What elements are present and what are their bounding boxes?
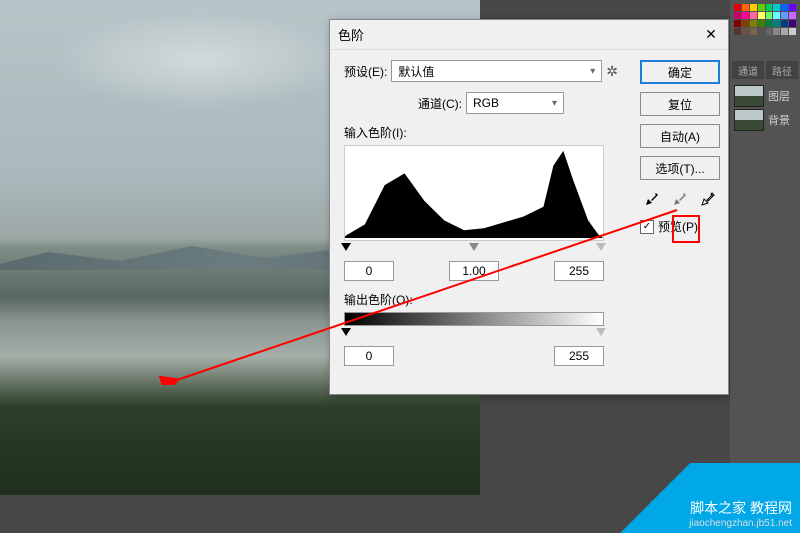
swatch[interactable]	[766, 4, 773, 11]
chevron-down-icon: ▾	[590, 66, 601, 77]
swatch[interactable]	[789, 12, 796, 19]
swatch[interactable]	[758, 12, 765, 19]
dialog-titlebar: 色阶 ✕	[330, 20, 728, 50]
swatch[interactable]	[758, 4, 765, 11]
swatch[interactable]	[766, 20, 773, 27]
output-white-field[interactable]	[554, 346, 604, 366]
swatch[interactable]	[773, 28, 780, 35]
channel-select[interactable]: RGB ▾	[466, 92, 564, 114]
swatch[interactable]	[773, 20, 780, 27]
output-levels-label: 输出色阶(O):	[344, 291, 618, 308]
swatch[interactable]	[773, 4, 780, 11]
photo-sky	[50, 10, 350, 110]
layer-thumbnail	[734, 109, 764, 131]
layer-thumbnail	[734, 85, 764, 107]
preset-label: 预设(E):	[344, 63, 387, 80]
swatch[interactable]	[734, 20, 741, 27]
input-black-field[interactable]	[344, 261, 394, 281]
output-slider-track	[344, 330, 604, 340]
swatch[interactable]	[789, 28, 796, 35]
output-black-field[interactable]	[344, 346, 394, 366]
swatch[interactable]	[781, 20, 788, 27]
swatch[interactable]	[750, 4, 757, 11]
layer-name: 背景	[768, 112, 790, 128]
watermark: 脚本之家 教程网 jiaochengzhan.jb51.net	[570, 463, 800, 533]
swatch[interactable]	[781, 12, 788, 19]
preset-select[interactable]: 默认值 ▾	[391, 60, 602, 82]
ok-button[interactable]: 确定	[640, 60, 720, 84]
layer-item[interactable]: 背景	[734, 109, 796, 131]
swatches-panel	[730, 0, 800, 39]
input-gamma-field[interactable]	[449, 261, 499, 281]
swatch[interactable]	[750, 12, 757, 19]
gear-icon[interactable]: ✲	[606, 63, 618, 80]
close-icon[interactable]: ✕	[702, 26, 720, 44]
tab-paths[interactable]: 路径	[766, 61, 798, 79]
watermark-text: 脚本之家 教程网	[689, 498, 792, 518]
swatch[interactable]	[781, 28, 788, 35]
gray-eyedropper-icon[interactable]	[671, 190, 689, 208]
white-eyedropper-icon[interactable]	[699, 190, 717, 208]
preview-checkbox[interactable]: ✓	[640, 220, 654, 234]
swatch[interactable]	[742, 12, 749, 19]
input-slider-track	[344, 245, 604, 255]
chevron-down-icon: ▾	[552, 98, 563, 109]
gamma-slider[interactable]	[469, 243, 479, 251]
input-white-field[interactable]	[554, 261, 604, 281]
auto-button[interactable]: 自动(A)	[640, 124, 720, 148]
layer-name: 图层	[768, 88, 790, 104]
histogram	[344, 145, 604, 241]
swatch[interactable]	[734, 28, 741, 35]
black-point-slider[interactable]	[341, 243, 351, 251]
cancel-button[interactable]: 复位	[640, 92, 720, 116]
swatch[interactable]	[781, 4, 788, 11]
swatch[interactable]	[766, 28, 773, 35]
output-gradient	[344, 312, 604, 326]
watermark-url: jiaochengzhan.jb51.net	[689, 518, 792, 529]
swatch[interactable]	[758, 28, 765, 35]
tab-channels[interactable]: 通道	[732, 61, 764, 79]
levels-dialog: 色阶 ✕ 预设(E): 默认值 ▾ ✲ 通道(C): RGB ▾	[329, 19, 729, 395]
channel-label: 通道(C):	[418, 95, 462, 112]
check-icon: ✓	[643, 221, 651, 232]
swatch[interactable]	[773, 12, 780, 19]
output-black-slider[interactable]	[341, 328, 351, 336]
swatch[interactable]	[758, 20, 765, 27]
swatch[interactable]	[750, 28, 757, 35]
swatch[interactable]	[766, 12, 773, 19]
input-levels-label: 输入色阶(I):	[344, 124, 618, 141]
preview-label: 预览(P)	[658, 218, 698, 235]
swatch[interactable]	[734, 12, 741, 19]
dialog-title: 色阶	[338, 25, 364, 44]
channel-value: RGB	[473, 96, 499, 110]
white-point-slider[interactable]	[596, 243, 606, 251]
swatch[interactable]	[789, 4, 796, 11]
layers-panel: 图层 背景	[730, 81, 800, 137]
panels-sidebar: 通道 路径 图层 背景	[730, 0, 800, 533]
swatch[interactable]	[742, 28, 749, 35]
swatch[interactable]	[789, 20, 796, 27]
layer-item[interactable]: 图层	[734, 85, 796, 107]
options-button[interactable]: 选项(T)...	[640, 156, 720, 180]
swatch[interactable]	[742, 20, 749, 27]
swatch[interactable]	[750, 20, 757, 27]
preset-value: 默认值	[398, 63, 434, 80]
swatch[interactable]	[734, 4, 741, 11]
swatch[interactable]	[742, 4, 749, 11]
output-white-slider[interactable]	[596, 328, 606, 336]
black-eyedropper-icon[interactable]	[643, 190, 661, 208]
